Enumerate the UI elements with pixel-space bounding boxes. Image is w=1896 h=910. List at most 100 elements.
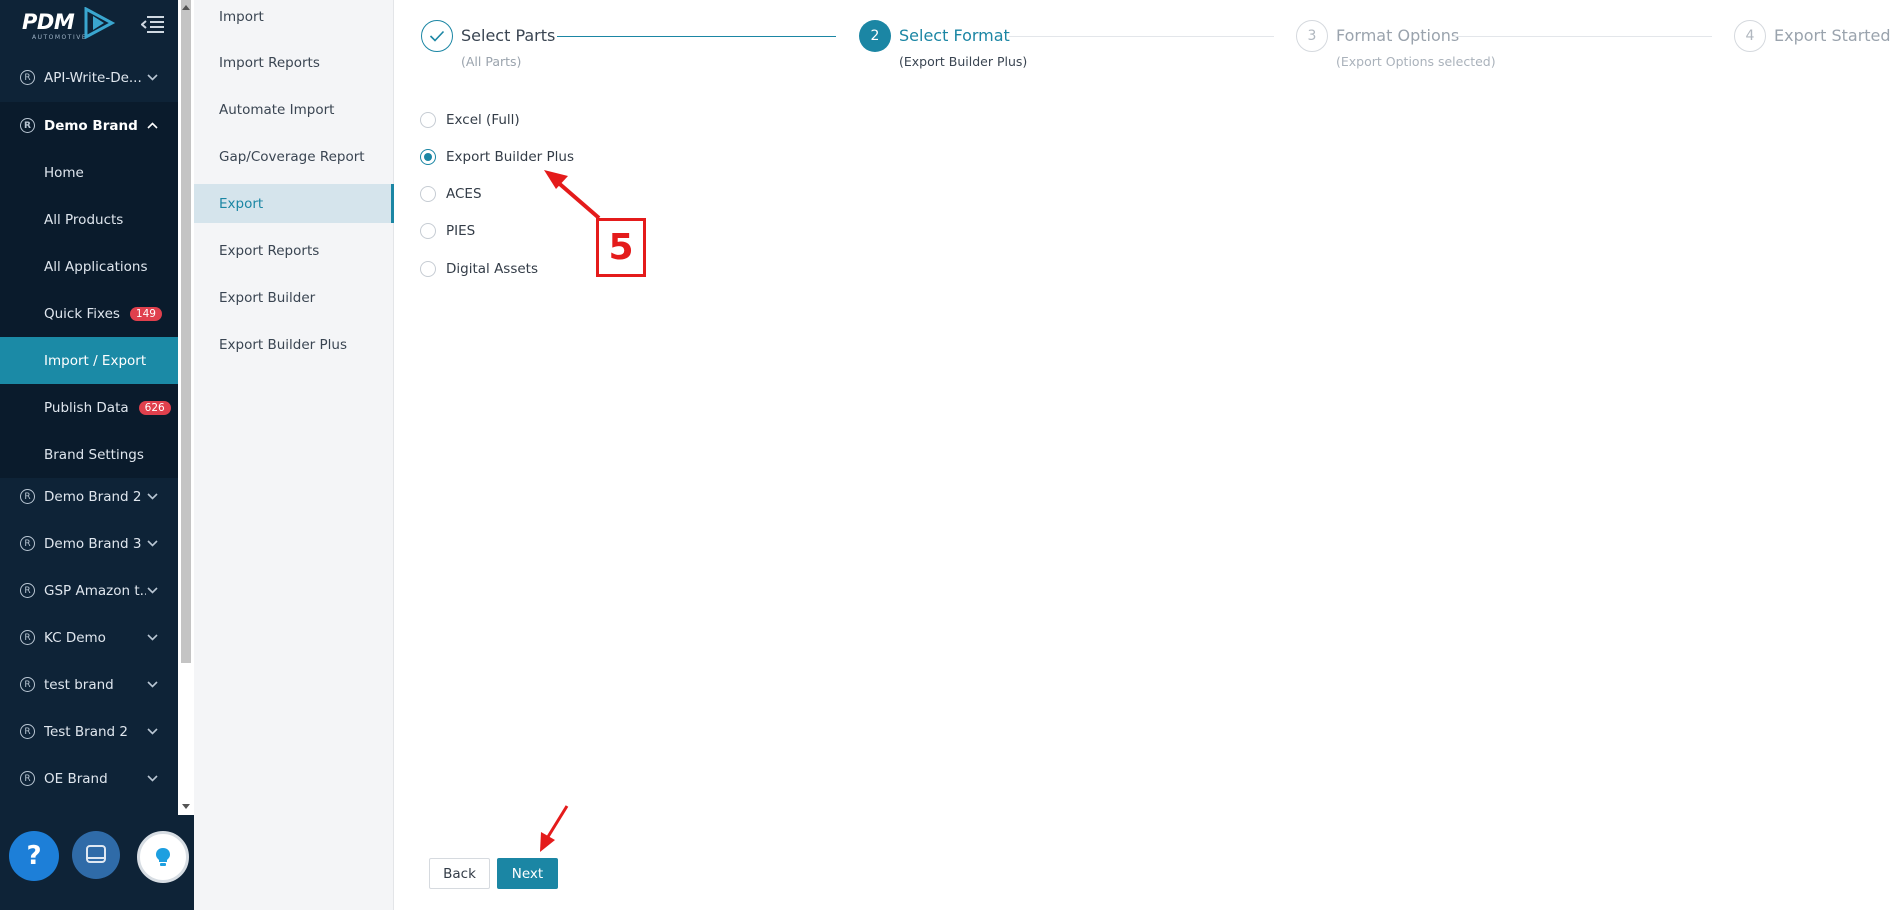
sidebar-brand-test-brand-2[interactable]: R Test Brand 2 bbox=[0, 708, 178, 755]
chat-icon bbox=[86, 845, 106, 863]
idea-button[interactable] bbox=[137, 831, 189, 883]
step-connector bbox=[557, 36, 836, 37]
scroll-down-arrow-icon[interactable] bbox=[181, 801, 191, 811]
chevron-down-icon bbox=[146, 728, 158, 735]
chevron-up-icon bbox=[146, 122, 158, 129]
chevron-down-icon bbox=[146, 634, 158, 641]
registered-icon: R bbox=[20, 724, 35, 739]
sidebar-brand-kc-demo[interactable]: R KC Demo bbox=[0, 614, 178, 661]
step-3-pending: 3 bbox=[1296, 20, 1328, 52]
chevron-down-icon bbox=[146, 493, 158, 500]
help-bar: ? bbox=[0, 815, 194, 910]
radio-button[interactable] bbox=[420, 186, 436, 202]
step-number: 3 bbox=[1307, 28, 1317, 44]
sidebar-brand-demo-brand[interactable]: R Demo Brand bbox=[0, 102, 178, 149]
format-option-digital-assets[interactable]: Digital Assets bbox=[420, 258, 538, 280]
sidebar-brand-gsp-amazon[interactable]: R GSP Amazon t... bbox=[0, 567, 178, 614]
sidebar-item-publish-data[interactable]: Publish Data 626 bbox=[0, 384, 178, 431]
sidebar-brand-oe-brand[interactable]: R OE Brand bbox=[0, 755, 178, 802]
submenu-item-label: Export Builder bbox=[219, 289, 316, 306]
sidebar-brand-label: test brand bbox=[44, 676, 114, 693]
submenu-item-automate-import[interactable]: Automate Import bbox=[194, 90, 394, 129]
sidebar-item-home[interactable]: Home bbox=[0, 149, 178, 196]
sidebar-item-label: Publish Data bbox=[44, 399, 129, 416]
main-content: Select Parts (All Parts) 2 Select Format… bbox=[394, 0, 1896, 910]
format-option-export-builder-plus[interactable]: Export Builder Plus bbox=[420, 146, 574, 168]
step-connector bbox=[1009, 36, 1274, 37]
sidebar-brand-demo-brand-3[interactable]: R Demo Brand 3 bbox=[0, 520, 178, 567]
sidebar-brand-label: GSP Amazon t... bbox=[44, 582, 146, 599]
menu-collapse-icon[interactable] bbox=[141, 14, 165, 36]
format-option-pies[interactable]: PIES bbox=[420, 220, 475, 242]
logo[interactable]: PDM bbox=[22, 10, 75, 34]
sidebar-brand-demo-brand-2[interactable]: R Demo Brand 2 bbox=[0, 473, 178, 520]
format-option-label: Export Builder Plus bbox=[446, 149, 574, 165]
submenu-item-export-builder[interactable]: Export Builder bbox=[194, 278, 394, 317]
annotation-arrow-head bbox=[544, 170, 568, 189]
chevron-down-icon bbox=[146, 587, 158, 594]
step-1-subtitle: (All Parts) bbox=[461, 54, 522, 69]
submenu-item-label: Export bbox=[219, 195, 264, 212]
chevron-down-icon bbox=[146, 74, 158, 81]
sidebar-brand-label: Test Brand 2 bbox=[44, 723, 128, 740]
submenu-item-export-reports[interactable]: Export Reports bbox=[194, 231, 394, 270]
step-4-title: Export Started bbox=[1774, 26, 1891, 45]
chevron-down-icon bbox=[146, 775, 158, 782]
submenu-item-export[interactable]: Export bbox=[194, 184, 394, 223]
format-option-label: ACES bbox=[446, 186, 482, 202]
radio-button[interactable] bbox=[420, 112, 436, 128]
count-badge: 149 bbox=[129, 306, 162, 321]
next-button[interactable]: Next bbox=[497, 858, 558, 889]
sidebar-item-label: Quick Fixes bbox=[44, 305, 120, 322]
radio-button[interactable] bbox=[420, 223, 436, 239]
annotation-arrow-head bbox=[540, 832, 555, 852]
scrollbar-thumb[interactable] bbox=[181, 0, 191, 663]
registered-icon: R bbox=[20, 118, 35, 133]
help-button[interactable]: ? bbox=[9, 831, 59, 881]
scroll-up-arrow-icon[interactable] bbox=[181, 2, 191, 12]
sidebar-item-label: Import / Export bbox=[44, 352, 147, 369]
chat-button[interactable] bbox=[72, 831, 120, 879]
logo-subtext: AUTOMOTIVE bbox=[32, 34, 88, 41]
back-button[interactable]: Back bbox=[429, 858, 490, 889]
format-option-excel-full[interactable]: Excel (Full) bbox=[420, 109, 520, 131]
sidebar-brand-label: API-Write-De... bbox=[44, 69, 142, 86]
submenu-item-label: Gap/Coverage Report bbox=[219, 148, 365, 165]
submenu-item-label: Export Reports bbox=[219, 242, 320, 259]
registered-icon: R bbox=[20, 489, 35, 504]
sidebar-item-import-export[interactable]: Import / Export bbox=[0, 337, 178, 384]
sidebar-item-label: All Applications bbox=[44, 258, 148, 275]
submenu-item-gap-coverage-report[interactable]: Gap/Coverage Report bbox=[194, 137, 394, 176]
step-number: 4 bbox=[1745, 28, 1755, 44]
format-option-aces[interactable]: ACES bbox=[420, 183, 482, 205]
question-icon: ? bbox=[26, 841, 42, 871]
sidebar-brand-label: OE Brand bbox=[44, 770, 108, 787]
registered-icon: R bbox=[20, 677, 35, 692]
registered-icon: R bbox=[20, 771, 35, 786]
import-export-submenu: Import Import Reports Automate Import Ga… bbox=[194, 0, 394, 910]
sidebar-item-quick-fixes[interactable]: Quick Fixes 149 bbox=[0, 290, 178, 337]
radio-button-selected[interactable] bbox=[420, 149, 436, 165]
radio-button[interactable] bbox=[420, 261, 436, 277]
annotation-number: 5 bbox=[608, 227, 634, 268]
lightbulb-icon bbox=[156, 848, 170, 866]
annotation-arrow-line bbox=[552, 177, 601, 220]
step-1-title: Select Parts bbox=[461, 26, 556, 45]
registered-icon: R bbox=[20, 583, 35, 598]
submenu-item-label: Automate Import bbox=[219, 101, 335, 118]
check-icon bbox=[429, 30, 445, 42]
step-2-current: 2 bbox=[859, 20, 891, 52]
format-option-label: Digital Assets bbox=[446, 261, 539, 277]
sidebar-brand-label: Demo Brand 2 bbox=[44, 488, 142, 505]
step-2-subtitle: (Export Builder Plus) bbox=[899, 54, 1028, 69]
submenu-item-import[interactable]: Import bbox=[194, 0, 394, 36]
submenu-item-import-reports[interactable]: Import Reports bbox=[194, 43, 394, 82]
sidebar-item-all-applications[interactable]: All Applications bbox=[0, 243, 178, 290]
sidebar-item-all-products[interactable]: All Products bbox=[0, 196, 178, 243]
submenu-item-export-builder-plus[interactable]: Export Builder Plus bbox=[194, 325, 394, 364]
sidebar-item-brand-settings[interactable]: Brand Settings bbox=[0, 431, 178, 478]
logo-play-icon bbox=[84, 7, 116, 39]
sidebar-brand-test-brand[interactable]: R test brand bbox=[0, 661, 178, 708]
sidebar-brand-label: KC Demo bbox=[44, 629, 106, 646]
sidebar-brand-api-write[interactable]: R API-Write-De... bbox=[0, 54, 178, 101]
